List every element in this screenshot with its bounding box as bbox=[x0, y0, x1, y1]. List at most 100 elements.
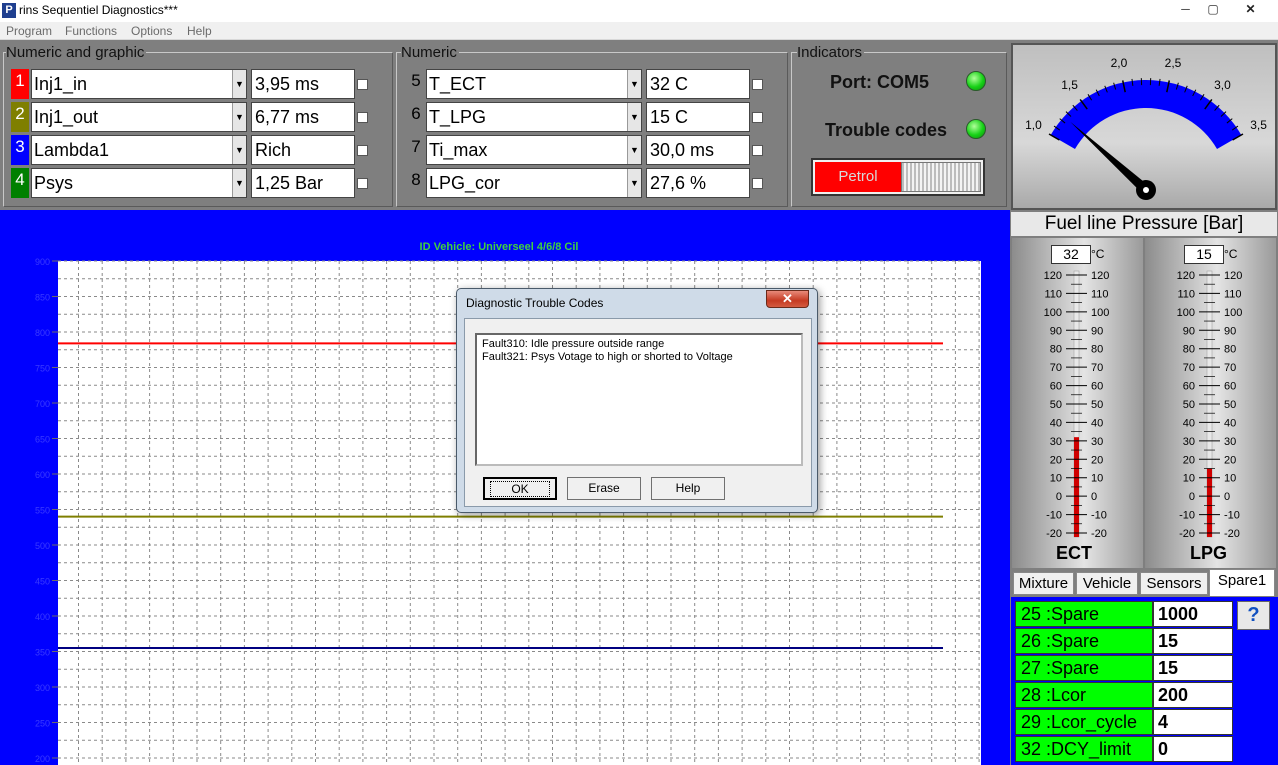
channel-checkbox[interactable] bbox=[357, 79, 368, 90]
y-tick-label: 800 bbox=[35, 328, 50, 338]
param-value[interactable]: 1000 bbox=[1153, 601, 1233, 627]
channel-number: 2 bbox=[11, 102, 29, 132]
chevron-down-icon[interactable]: ▼ bbox=[627, 136, 641, 164]
channel-select[interactable]: T_ECT bbox=[426, 69, 642, 99]
trouble-codes-label: Trouble codes bbox=[825, 120, 948, 140]
channel-value: 1,25 Bar bbox=[251, 168, 355, 198]
thermometer-label-left: 90 bbox=[1183, 325, 1195, 337]
numeric-label: Numeric bbox=[401, 44, 459, 61]
channel-checkbox[interactable] bbox=[357, 112, 368, 123]
chevron-down-icon[interactable]: ▼ bbox=[627, 103, 641, 131]
y-tick-label: 400 bbox=[35, 612, 50, 622]
y-tick-label: 450 bbox=[35, 577, 50, 587]
erase-button[interactable]: Erase bbox=[567, 477, 641, 500]
y-tick-label: 750 bbox=[35, 364, 50, 374]
maximize-button[interactable]: ▢ bbox=[1200, 0, 1226, 19]
thermometer-label-right: 80 bbox=[1224, 344, 1236, 356]
help-button[interactable]: Help bbox=[651, 477, 725, 500]
thermometer-label-right: 120 bbox=[1091, 270, 1109, 282]
y-tick-label: 600 bbox=[35, 470, 50, 480]
channel-checkbox[interactable] bbox=[752, 79, 763, 90]
channel-number: 7 bbox=[406, 135, 426, 165]
gauge-svg: 1,0 1,5 2,0 2,5 3,0 3,5 bbox=[1025, 56, 1267, 200]
y-tick-label: 250 bbox=[35, 719, 50, 729]
channel-select[interactable]: Ti_max bbox=[426, 135, 642, 165]
thermometer-label-right: 0 bbox=[1224, 491, 1230, 503]
thermometer-label-right: -10 bbox=[1224, 510, 1240, 522]
channel-checkbox[interactable] bbox=[752, 145, 763, 156]
thermometer-label-left: 70 bbox=[1183, 362, 1195, 374]
channel-checkbox[interactable] bbox=[357, 178, 368, 189]
channel-checkbox[interactable] bbox=[752, 112, 763, 123]
trouble-codes-led[interactable] bbox=[966, 119, 986, 139]
param-value[interactable]: 4 bbox=[1153, 709, 1233, 735]
thermometer-label-left: -20 bbox=[1046, 528, 1062, 540]
thermometer-label-right: 80 bbox=[1091, 344, 1103, 356]
channel-checkbox[interactable] bbox=[752, 178, 763, 189]
thermometer-label-left: 120 bbox=[1044, 270, 1062, 282]
thermometer-label-right: 50 bbox=[1091, 399, 1103, 411]
menu-program[interactable]: Program bbox=[6, 24, 52, 38]
chevron-down-icon[interactable]: ▼ bbox=[232, 136, 246, 164]
thermometer-label-right: 40 bbox=[1224, 417, 1236, 429]
thermometer-label-left: -20 bbox=[1179, 528, 1195, 540]
fault-line: Fault310: Idle pressure outside range bbox=[482, 338, 665, 350]
menu-options[interactable]: Options bbox=[131, 24, 172, 38]
menu-help[interactable]: Help bbox=[187, 24, 212, 38]
thermometer-label-left: 0 bbox=[1056, 491, 1062, 503]
y-tick-label: 550 bbox=[35, 506, 50, 516]
dialog-title: Diagnostic Trouble Codes bbox=[466, 296, 604, 310]
thermometer-label-right: 50 bbox=[1224, 399, 1236, 411]
tab-spare1[interactable]: Spare1 bbox=[1209, 569, 1275, 596]
petrol-lpg-switch[interactable]: Petrol bbox=[811, 158, 985, 196]
chevron-down-icon[interactable]: ▼ bbox=[232, 169, 246, 197]
channel-select[interactable]: Psys bbox=[31, 168, 247, 198]
thermometer-label-right: 110 bbox=[1224, 288, 1242, 300]
chart-title: ID Vehicle: Universeel 4/6/8 Cil bbox=[420, 241, 579, 253]
channel-select[interactable]: Inj1_out bbox=[31, 102, 247, 132]
param-value[interactable]: 200 bbox=[1153, 682, 1233, 708]
tab-vehicle[interactable]: Vehicle bbox=[1076, 572, 1138, 595]
close-window-button[interactable]: ✕ bbox=[1227, 0, 1274, 19]
indicators-label: Indicators bbox=[797, 44, 865, 61]
param-value[interactable]: 15 bbox=[1153, 655, 1233, 681]
thermometer-label-right: 110 bbox=[1091, 288, 1109, 300]
thermometer-label-right: 30 bbox=[1091, 436, 1103, 448]
channel-select[interactable]: LPG_cor bbox=[426, 168, 642, 198]
dialog-close-button[interactable]: ✕ bbox=[766, 290, 809, 308]
lpg-name: LPG bbox=[1190, 543, 1228, 563]
thermometer-label-left: 10 bbox=[1183, 473, 1195, 485]
thermometer-label-left: 90 bbox=[1050, 325, 1062, 337]
thermometer-label-left: 30 bbox=[1050, 436, 1062, 448]
gauge-tick-label: 2,0 bbox=[1111, 56, 1128, 70]
switch-slider-handle[interactable] bbox=[901, 162, 981, 192]
channel-select[interactable]: T_LPG bbox=[426, 102, 642, 132]
help-question-button[interactable]: ? bbox=[1237, 601, 1270, 630]
thermometer-label-right: 70 bbox=[1091, 362, 1103, 374]
thermometer-label-right: 30 bbox=[1224, 436, 1236, 448]
thermometer-label-left: 80 bbox=[1183, 344, 1195, 356]
chevron-down-icon[interactable]: ▼ bbox=[232, 103, 246, 131]
minimize-button[interactable]: ─ bbox=[1172, 0, 1199, 19]
channel-select[interactable]: Lambda1 bbox=[31, 135, 247, 165]
menu-functions[interactable]: Functions bbox=[65, 24, 117, 38]
y-tick-label: 650 bbox=[35, 435, 50, 445]
channel-select[interactable]: Inj1_in bbox=[31, 69, 247, 99]
param-value[interactable]: 0 bbox=[1153, 736, 1233, 762]
gauge-needle bbox=[1070, 121, 1150, 194]
ok-button[interactable]: OK bbox=[483, 477, 557, 500]
port-status-led bbox=[966, 71, 986, 91]
tab-sensors[interactable]: Sensors bbox=[1140, 572, 1208, 595]
fault-line: Fault321: Psys Votage to high or shorted… bbox=[482, 351, 733, 363]
chevron-down-icon[interactable]: ▼ bbox=[627, 70, 641, 98]
fault-list[interactable]: Fault310: Idle pressure outside range Fa… bbox=[475, 333, 803, 466]
param-value[interactable]: 15 bbox=[1153, 628, 1233, 654]
thermometer-label-right: 70 bbox=[1224, 362, 1236, 374]
chevron-down-icon[interactable]: ▼ bbox=[627, 169, 641, 197]
channel-checkbox[interactable] bbox=[357, 145, 368, 156]
thermometer-label-left: 110 bbox=[1177, 288, 1195, 300]
channel-number: 8 bbox=[406, 168, 426, 198]
tab-mixture[interactable]: Mixture bbox=[1013, 572, 1074, 595]
thermometer-label-left: 30 bbox=[1183, 436, 1195, 448]
chevron-down-icon[interactable]: ▼ bbox=[232, 70, 246, 98]
